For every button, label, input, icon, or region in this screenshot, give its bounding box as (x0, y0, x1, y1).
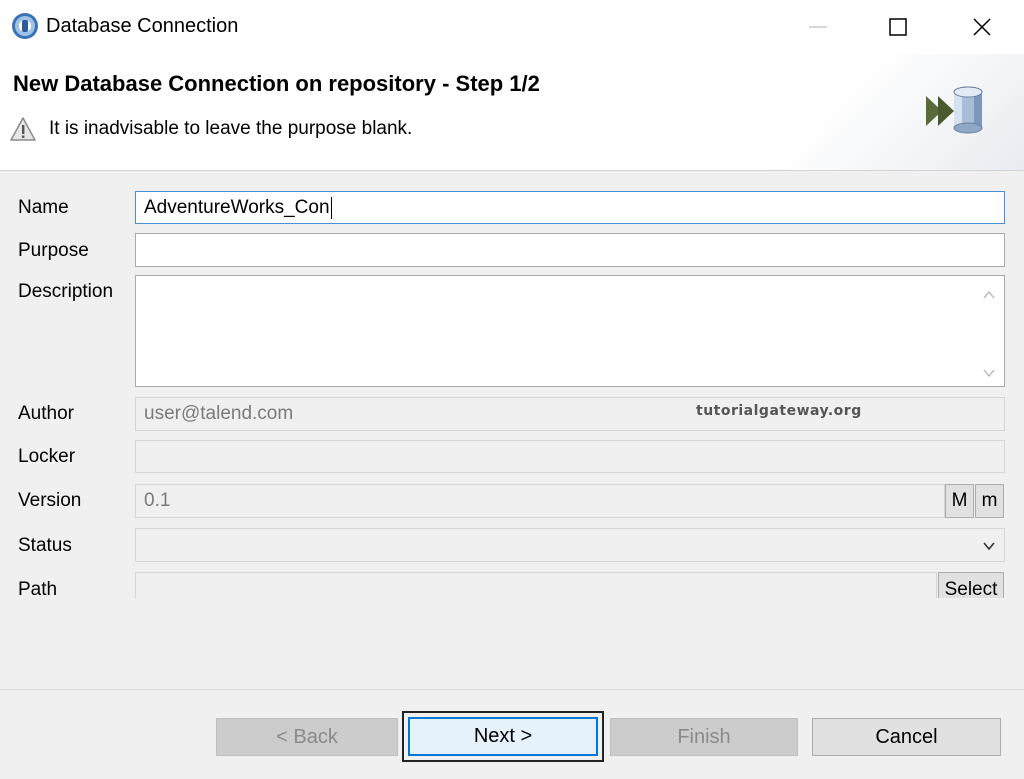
description-label: Description (18, 281, 114, 302)
minor-version-button[interactable]: m (975, 484, 1004, 518)
wizard-header: New Database Connection on repository - … (0, 54, 1024, 171)
minimize-button[interactable] (778, 0, 858, 54)
text-cursor (330, 196, 332, 219)
status-select[interactable] (135, 528, 1005, 562)
path-input (135, 572, 937, 598)
button-bar: < Back Next > Finish Cancel (0, 689, 1024, 779)
purpose-input[interactable] (135, 233, 1005, 267)
status-label: Status (18, 535, 72, 556)
path-label: Path (18, 579, 58, 600)
locker-label: Locker (18, 446, 76, 467)
maximize-button[interactable] (858, 0, 938, 54)
path-select-button[interactable]: Select (938, 572, 1004, 598)
name-value: AdventureWorks_Con (144, 196, 330, 218)
close-icon (973, 18, 991, 36)
window-title: Database Connection (46, 15, 239, 37)
warning-icon (10, 117, 36, 141)
maximize-icon (889, 18, 907, 36)
version-label: Version (18, 490, 82, 511)
watermark: tutorialgateway.org (696, 403, 862, 419)
version-value: 0.1 (144, 490, 171, 511)
scroll-down-icon[interactable] (982, 366, 996, 380)
database-wizard-icon (926, 86, 983, 134)
purpose-label: Purpose (18, 240, 89, 261)
name-label: Name (18, 197, 69, 218)
major-version-button[interactable]: M (945, 484, 974, 518)
close-button[interactable] (942, 0, 1022, 54)
author-input: user@talend.com (135, 397, 1005, 431)
author-value: user@talend.com (144, 403, 294, 424)
locker-input (135, 440, 1005, 473)
form-area: Name AdventureWorks_Con Purpose Descript… (0, 171, 1024, 689)
next-button-focus-frame: Next > (402, 711, 604, 762)
next-button[interactable]: Next > (408, 717, 598, 756)
version-input: 0.1 (135, 484, 945, 518)
author-label: Author (18, 403, 74, 424)
minimize-icon (809, 26, 827, 28)
warning-message: It is inadvisable to leave the purpose b… (49, 118, 413, 139)
scroll-up-icon[interactable] (982, 288, 996, 302)
cancel-button[interactable]: Cancel (812, 718, 1001, 756)
back-button[interactable]: < Back (216, 718, 398, 756)
chevron-down-icon (983, 542, 995, 551)
talend-app-icon (12, 13, 38, 39)
description-textarea[interactable] (135, 275, 1005, 387)
name-input[interactable]: AdventureWorks_Con (135, 191, 1005, 224)
wizard-title: New Database Connection on repository - … (13, 71, 540, 96)
finish-button[interactable]: Finish (610, 718, 798, 756)
title-bar: Database Connection (0, 0, 1024, 54)
